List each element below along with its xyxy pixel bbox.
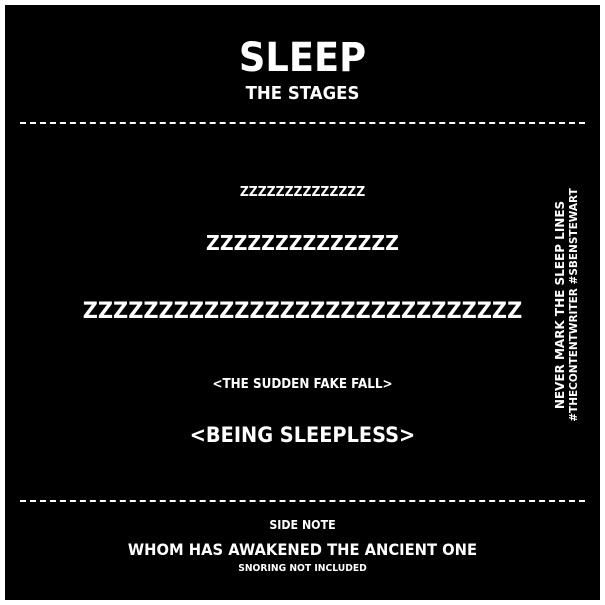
stage-sleepless: <BEING SLEEPLESS>	[189, 423, 416, 447]
page-title: SLEEP	[238, 35, 367, 81]
stage-light-sleep: ZZZZZZZZZZZZZZ	[239, 185, 366, 200]
side-caption: NEVER MARK THE SLEEP LINES #THECONTENTWR…	[553, 188, 580, 422]
stage-fake-fall: <THE SUDDEN FAKE FALL>	[212, 377, 393, 392]
stage-medium-sleep: ZZZZZZZZZZZZZZ	[206, 231, 399, 255]
stage-deep-sleep: ZZZZZZZZZZZZZZZZZZZZZZZZZZZZZ	[82, 299, 523, 324]
comic-panel: SLEEP THE STAGES ZZZZZZZZZZZZZZ ZZZZZZZZ…	[5, 5, 600, 600]
dashed-divider-bottom	[20, 500, 585, 502]
dashed-divider-top	[20, 122, 585, 124]
side-note-label: SIDE NOTE	[269, 518, 336, 532]
page-subtitle: THE STAGES	[245, 83, 360, 104]
side-note-small: SNORING NOT INCLUDED	[238, 563, 367, 574]
side-caption-line1: NEVER MARK THE SLEEP LINES	[553, 200, 568, 410]
side-note-main: WHOM HAS AWAKENED THE ANCIENT ONE	[127, 540, 478, 559]
side-caption-hashtags: #THECONTENTWRITER #SBENSTEWART	[567, 188, 580, 422]
